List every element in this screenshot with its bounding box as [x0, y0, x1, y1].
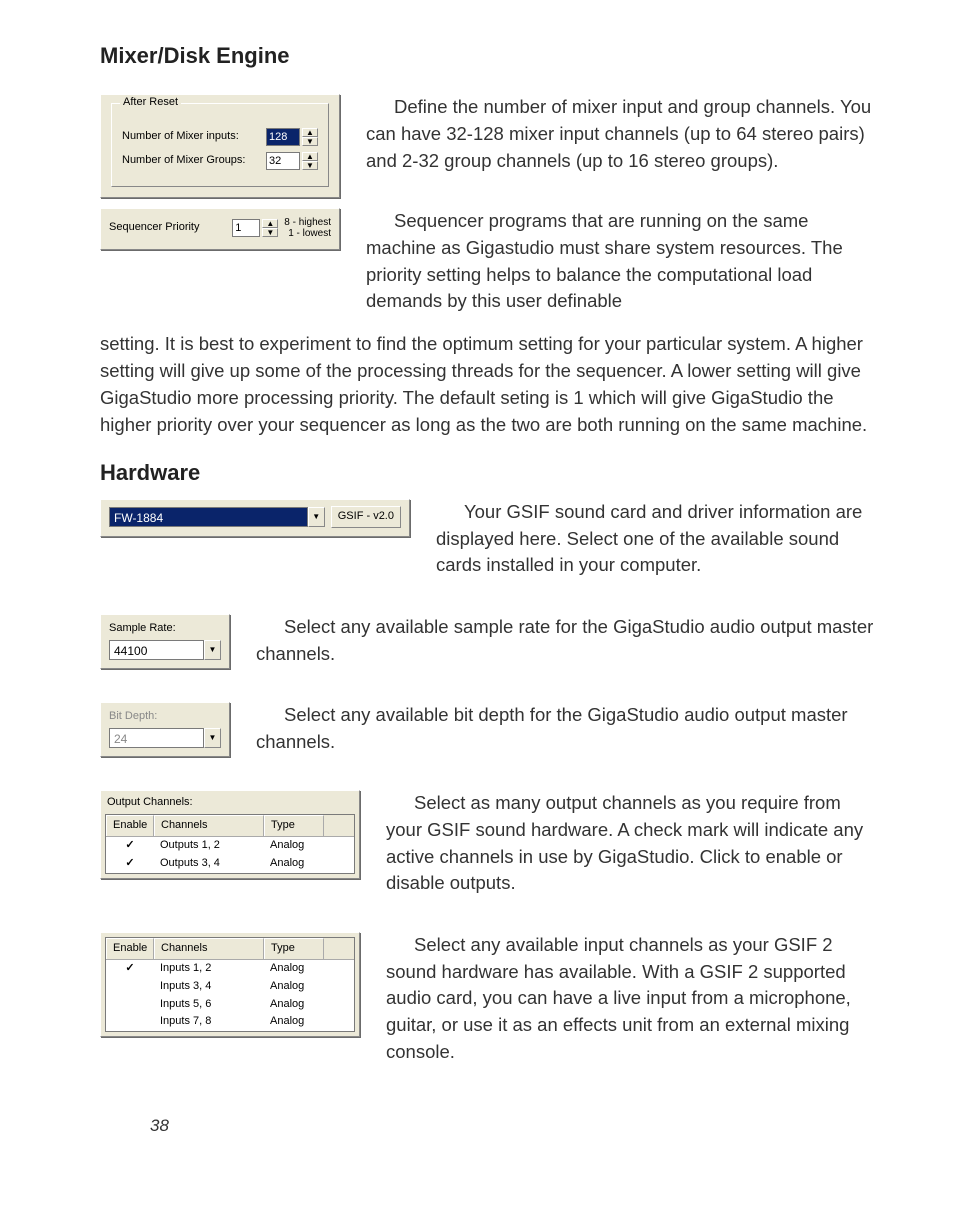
mixer-groups-spin-down[interactable]: ▼	[302, 161, 318, 170]
input-row[interactable]: Inputs 7, 8 Analog	[106, 1013, 354, 1031]
input-col-channels[interactable]: Channels	[154, 938, 264, 959]
output-row-type: Analog	[264, 837, 324, 855]
sample-rate-combo[interactable]: 44100	[109, 640, 204, 660]
input-row-type: Analog	[264, 996, 324, 1014]
gsif-card-paragraph: Your GSIF sound card and driver informat…	[436, 499, 874, 579]
sample-rate-dropdown-button[interactable]: ▼	[204, 640, 221, 660]
input-row-channels: Inputs 5, 6	[154, 996, 264, 1014]
mixer-disk-engine-heading: Mixer/Disk Engine	[100, 40, 874, 72]
sequencer-priority-legend-low: 1 - lowest	[284, 228, 331, 239]
gsif-device-dropdown-button[interactable]: ▼	[308, 507, 325, 527]
input-channels-panel: Enable Channels Type ✓ Inputs 1, 2 Analo…	[100, 932, 360, 1038]
sequencer-priority-spin-up[interactable]: ▲	[262, 219, 278, 228]
mixer-groups-spin-up[interactable]: ▲	[302, 152, 318, 161]
mixer-inputs-spin-up[interactable]: ▲	[302, 128, 318, 137]
input-row-channels: Inputs 1, 2	[154, 960, 264, 978]
input-row-type: Analog	[264, 1013, 324, 1031]
bit-depth-dropdown-button[interactable]: ▼	[204, 728, 221, 748]
input-enable-cell[interactable]	[106, 978, 154, 996]
after-reset-panel: After Reset Number of Mixer inputs: ▲ ▼ …	[100, 94, 340, 198]
output-row-channels: Outputs 3, 4	[154, 855, 264, 873]
sequencer-priority-label: Sequencer Priority	[109, 220, 232, 236]
sequencer-priority-field[interactable]	[232, 219, 260, 237]
output-enable-check-icon[interactable]: ✓	[106, 837, 154, 855]
bit-depth-panel: Bit Depth: 24 ▼	[100, 702, 230, 757]
output-enable-check-icon[interactable]: ✓	[106, 855, 154, 873]
output-channels-panel: Output Channels: Enable Channels Type ✓ …	[100, 790, 360, 879]
input-row[interactable]: Inputs 5, 6 Analog	[106, 996, 354, 1014]
sequencer-paragraph-b: setting. It is best to experiment to fin…	[100, 331, 874, 438]
mixer-inputs-paragraph: Define the number of mixer input and gro…	[366, 94, 874, 174]
output-row-channels: Outputs 1, 2	[154, 837, 264, 855]
output-channels-title: Output Channels:	[107, 795, 355, 811]
sequencer-priority-spin-down[interactable]: ▼	[262, 228, 278, 237]
output-row[interactable]: ✓ Outputs 1, 2 Analog	[106, 837, 354, 855]
output-row[interactable]: ✓ Outputs 3, 4 Analog	[106, 855, 354, 873]
input-col-enable[interactable]: Enable	[106, 938, 154, 959]
sequencer-priority-legend-high: 8 - highest	[284, 217, 331, 228]
mixer-inputs-spin-down[interactable]: ▼	[302, 137, 318, 146]
input-row-channels: Inputs 7, 8	[154, 1013, 264, 1031]
mixer-inputs-label: Number of Mixer inputs:	[122, 129, 266, 145]
bit-depth-combo[interactable]: 24	[109, 728, 204, 748]
sample-rate-label: Sample Rate:	[109, 621, 221, 637]
input-enable-check-icon[interactable]: ✓	[106, 960, 154, 978]
output-channels-list[interactable]: Enable Channels Type ✓ Outputs 1, 2 Anal…	[105, 814, 355, 874]
input-row[interactable]: Inputs 3, 4 Analog	[106, 978, 354, 996]
output-col-enable[interactable]: Enable	[106, 815, 154, 836]
gsif-device-combo[interactable]: FW-1884	[109, 507, 308, 527]
sample-rate-panel: Sample Rate: 44100 ▼	[100, 614, 230, 669]
input-col-type[interactable]: Type	[264, 938, 324, 959]
output-row-type: Analog	[264, 855, 324, 873]
sequencer-priority-panel: Sequencer Priority ▲ ▼ 8 - highest 1 - l…	[100, 208, 340, 250]
input-row-channels: Inputs 3, 4	[154, 978, 264, 996]
sequencer-paragraph-a: Sequencer programs that are running on t…	[366, 208, 874, 315]
bit-depth-paragraph: Select any available bit depth for the G…	[256, 702, 874, 756]
gsif-card-panel: FW-1884 ▼ GSIF - v2.0	[100, 499, 410, 537]
sample-rate-paragraph: Select any available sample rate for the…	[256, 614, 874, 668]
input-enable-cell[interactable]	[106, 1013, 154, 1031]
input-channels-paragraph: Select any available input channels as y…	[386, 932, 874, 1066]
input-row[interactable]: ✓ Inputs 1, 2 Analog	[106, 960, 354, 978]
input-row-type: Analog	[264, 960, 324, 978]
output-col-channels[interactable]: Channels	[154, 815, 264, 836]
mixer-groups-field[interactable]	[266, 152, 300, 170]
input-channels-list[interactable]: Enable Channels Type ✓ Inputs 1, 2 Analo…	[105, 937, 355, 1033]
mixer-inputs-field[interactable]	[266, 128, 300, 146]
bit-depth-label: Bit Depth:	[109, 709, 221, 725]
page-number: 38	[150, 1114, 874, 1139]
input-row-type: Analog	[264, 978, 324, 996]
sequencer-priority-legend: 8 - highest 1 - lowest	[284, 217, 331, 239]
output-col-type[interactable]: Type	[264, 815, 324, 836]
input-enable-cell[interactable]	[106, 996, 154, 1014]
hardware-heading: Hardware	[100, 457, 874, 489]
gsif-version-badge: GSIF - v2.0	[331, 506, 401, 528]
after-reset-group-title: After Reset	[120, 95, 181, 111]
output-channels-paragraph: Select as many output channels as you re…	[386, 790, 874, 897]
mixer-groups-label: Number of Mixer Groups:	[122, 153, 266, 169]
